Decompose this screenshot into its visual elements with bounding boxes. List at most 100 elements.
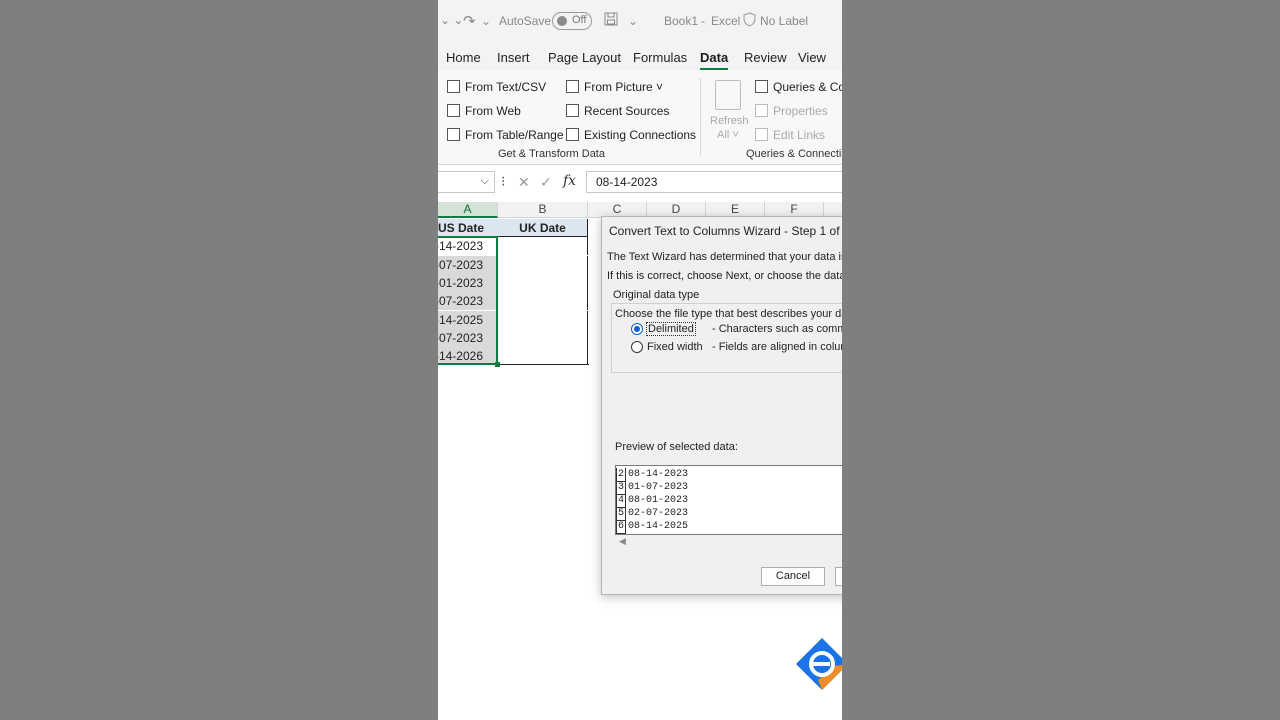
delimited-radio[interactable] (631, 323, 643, 335)
from-picture-button[interactable]: From Picture ˅ (566, 80, 663, 94)
preview-row-text: 01-07-2023 (628, 482, 689, 493)
from-text-csv-button[interactable]: From Text/CSV (447, 80, 546, 94)
preview-row-number: 2 (616, 468, 626, 482)
preview-row: 2 08-14-2023 (616, 468, 689, 482)
tab-review[interactable]: Review (744, 50, 787, 65)
edit-links-icon (755, 128, 768, 141)
connections-icon (566, 128, 579, 141)
group-prompt: Choose the file type that best describes… (615, 308, 842, 320)
cell-b1[interactable]: UK Date (498, 219, 588, 237)
preview-row-text: 08-14-2023 (628, 469, 689, 480)
cell-b6[interactable] (498, 311, 588, 329)
chevron-down-icon: ˅ (652, 80, 664, 94)
preview-row-number: 4 (616, 494, 626, 508)
properties-icon (755, 104, 768, 117)
customize-qat-icon[interactable]: ⌄ (628, 14, 638, 28)
book-title: Book1 (664, 14, 699, 28)
cell-b5[interactable] (498, 292, 588, 310)
fill-handle[interactable] (495, 362, 500, 367)
app-name: Excel (711, 14, 741, 28)
tab-view[interactable]: View (798, 50, 826, 65)
cancel-button[interactable]: Cancel (761, 567, 825, 586)
from-web-button[interactable]: From Web (447, 104, 521, 118)
text-to-columns-dialog: Convert Text to Columns Wizard - Step 1 … (601, 216, 842, 595)
data-preview[interactable]: 2 08-14-2023 3 01-07-2023 4 08-01-2023 5 02-… (615, 465, 842, 535)
logo-icon (794, 636, 842, 692)
preview-row: 5 02-07-2023 (616, 507, 689, 521)
preview-row-text: 08-01-2023 (628, 495, 689, 506)
existing-connections-button[interactable]: Existing Connections (566, 128, 696, 142)
queries-connections-button[interactable]: Queries & Con (755, 80, 842, 94)
delimited-label[interactable]: Delimited (646, 322, 696, 336)
fx-icon[interactable]: fx (563, 173, 576, 189)
web-icon (447, 104, 460, 117)
queries-connections-label: Queries & Con (773, 80, 842, 94)
preview-row: 3 01-07-2023 (616, 481, 689, 495)
tab-home[interactable]: Home (446, 50, 481, 65)
get-transform-group-label: Get & Transform Data (498, 148, 605, 160)
formula-bar: ⌵ ⁝ ✕ ✓ fx 08-14-2023 (438, 170, 842, 196)
toggle-knob (557, 16, 567, 26)
edit-links-button[interactable]: Edit Links (755, 128, 825, 142)
ribbon-tabs: Home Insert Page Layout Formulas Data Re… (438, 44, 842, 70)
recent-sources-button[interactable]: Recent Sources (566, 104, 669, 118)
table-border (498, 364, 589, 365)
formula-input[interactable]: 08-14-2023 (586, 171, 842, 193)
fixed-width-desc: - Fields are aligned in colum (712, 341, 842, 353)
sensitivity-label[interactable]: No Label (760, 14, 808, 28)
wizard-line-2: If this is correct, choose Next, or choo… (607, 270, 842, 282)
cancel-icon[interactable]: ✕ (518, 174, 530, 191)
redo-dropdown-icon[interactable]: ⌄ (481, 14, 491, 28)
table-icon (447, 128, 460, 141)
group-separator (700, 78, 701, 156)
fixed-width-radio[interactable] (631, 341, 643, 353)
scroll-left-icon[interactable]: ◀ (619, 536, 626, 547)
properties-button[interactable]: Properties (755, 104, 828, 118)
tab-data[interactable]: Data (700, 50, 729, 70)
tab-page-layout[interactable]: Page Layout (548, 50, 621, 65)
column-header-a[interactable]: A (438, 202, 498, 218)
properties-label: Properties (773, 104, 828, 118)
back-button[interactable] (835, 567, 842, 586)
fixed-width-label[interactable]: Fixed width (647, 341, 703, 353)
refresh-all-button[interactable]: Refresh All ˅ (710, 80, 749, 142)
queries-group-label: Queries & Connectio (746, 148, 842, 160)
chevron-down-icon: ˅ (729, 129, 739, 141)
from-picture-label: From Picture (584, 80, 653, 94)
preview-row-number: 6 (616, 520, 626, 534)
tab-formulas[interactable]: Formulas (633, 50, 687, 65)
from-table-range-button[interactable]: From Table/Range (447, 128, 564, 142)
cell-b2[interactable] (498, 237, 588, 255)
enter-icon[interactable]: ✓ (540, 174, 552, 191)
undo-dropdown-icon[interactable]: ⌄ ⌄ (440, 13, 463, 27)
preview-row-text: 02-07-2023 (628, 508, 689, 519)
picture-icon (566, 80, 579, 93)
preview-row-number: 5 (616, 507, 626, 521)
redo-icon[interactable]: ↷ (463, 12, 476, 30)
chevron-down-icon[interactable]: ⌵ (481, 175, 489, 188)
title-separator: - (701, 14, 705, 28)
refresh-label: Refresh (710, 115, 749, 127)
cell-b8[interactable] (498, 347, 588, 365)
refresh-all-label: All (717, 129, 730, 141)
group-label: Original data type (612, 289, 701, 301)
autosave-label: AutoSave (499, 14, 552, 28)
cell-b4[interactable] (498, 274, 588, 292)
cell-b3[interactable] (498, 256, 588, 274)
text-file-icon (447, 80, 460, 93)
autosave-toggle[interactable]: Off (552, 12, 592, 30)
name-box[interactable]: ⌵ (438, 171, 495, 193)
existing-connections-label: Existing Connections (584, 128, 697, 142)
dialog-title: Convert Text to Columns Wizard - Step 1 … (609, 224, 842, 238)
save-icon[interactable] (604, 12, 618, 29)
autosave-state: Off (572, 14, 587, 26)
cell-a1[interactable]: US Date (438, 219, 498, 237)
from-table-range-label: From Table/Range (465, 128, 564, 142)
more-options-icon[interactable]: ⁝ (501, 173, 505, 190)
recent-sources-label: Recent Sources (584, 104, 670, 118)
delimited-desc: - Characters such as comma (712, 323, 842, 335)
excel-window: ⌄ ⌄ ↷ ⌄ AutoSave Off ⌄ Book1 - Excel No … (438, 0, 842, 720)
tab-insert[interactable]: Insert (497, 50, 530, 65)
column-header-b[interactable]: B (498, 202, 588, 218)
cell-b7[interactable] (498, 329, 588, 347)
